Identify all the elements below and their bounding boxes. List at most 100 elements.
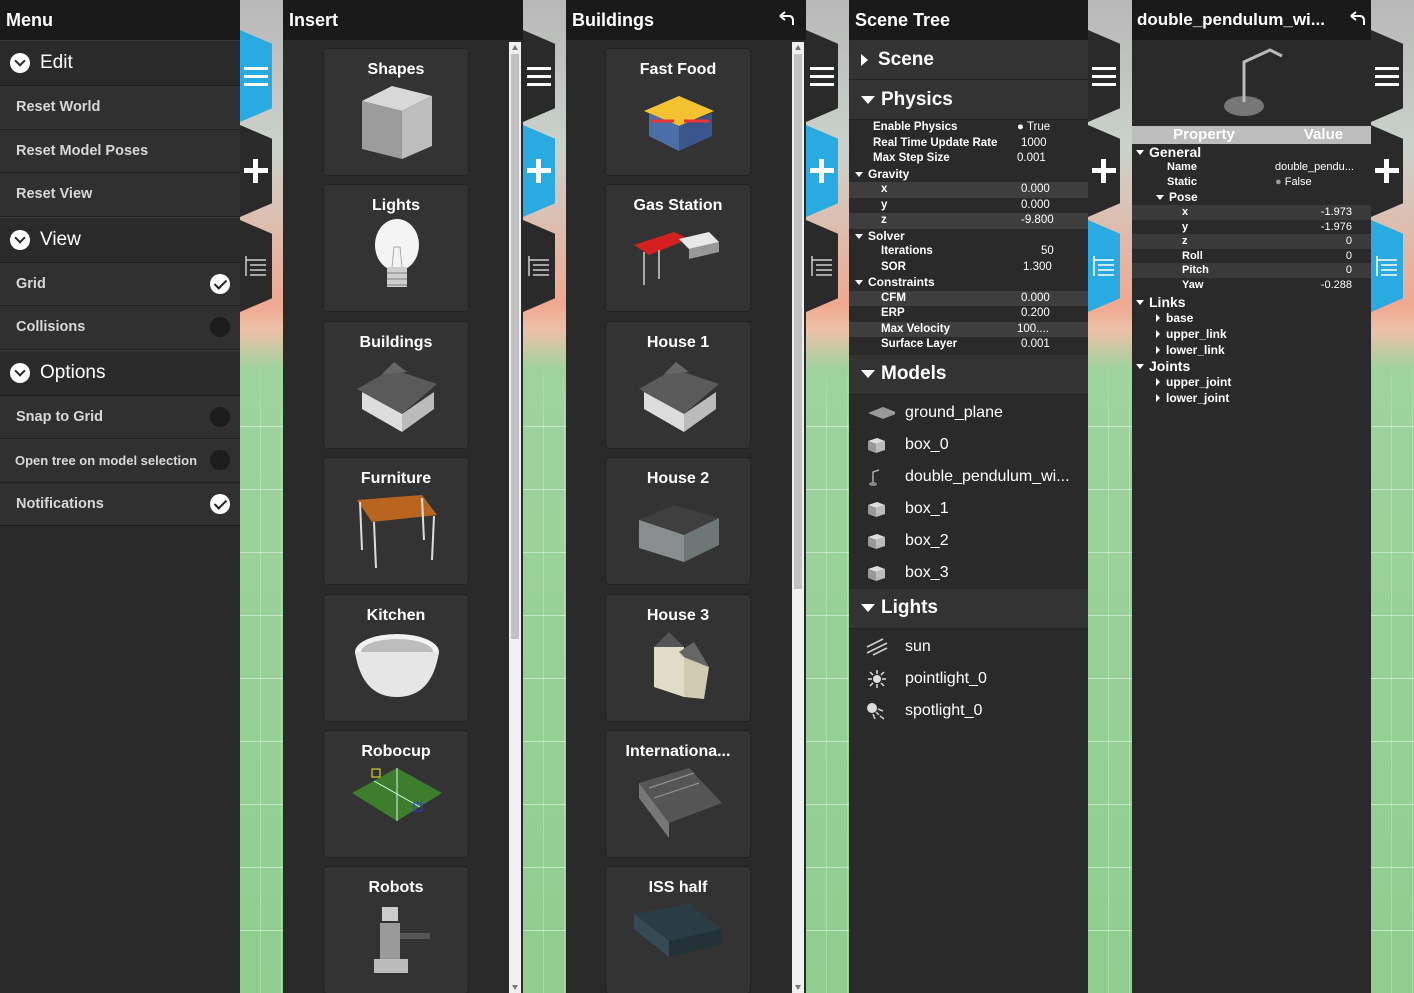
- section-options[interactable]: Options: [0, 349, 240, 396]
- tab-tree[interactable]: [1088, 220, 1120, 312]
- tab-tree[interactable]: [240, 220, 272, 312]
- prop-name[interactable]: Name double_pendu...: [1132, 160, 1371, 175]
- notifications-row[interactable]: Notifications: [0, 482, 240, 526]
- model-item-box-3[interactable]: box_3: [849, 557, 1088, 589]
- model-item-ground-plane[interactable]: ground_plane: [849, 397, 1088, 429]
- collisions-toggle-row[interactable]: Collisions: [0, 306, 240, 350]
- prop-pose-z[interactable]: z0: [1132, 234, 1371, 249]
- light-item-pointlight[interactable]: pointlight_0: [849, 663, 1088, 695]
- tab-insert[interactable]: [1088, 125, 1120, 217]
- tree-models-header[interactable]: Models: [849, 354, 1088, 395]
- model-iss-half[interactable]: ISS half: [605, 866, 751, 993]
- scroll-up-icon[interactable]: [512, 45, 518, 50]
- scroll-down-icon[interactable]: [795, 985, 801, 990]
- category-robocup[interactable]: Robocup: [323, 730, 469, 858]
- prop-pose-pitch[interactable]: Pitch 0: [1132, 263, 1371, 278]
- tab-menu[interactable]: [806, 30, 838, 122]
- model-item-box-0[interactable]: box_0: [849, 429, 1088, 461]
- light-item-spotlight[interactable]: spotlight_0: [849, 695, 1088, 727]
- tree-scene-header[interactable]: Scene: [849, 40, 1088, 80]
- insert-scrollbar[interactable]: [509, 42, 521, 993]
- gravity-header[interactable]: Gravity: [849, 167, 1088, 183]
- prop-pose-y[interactable]: y -1.976: [1132, 220, 1371, 235]
- solver-header[interactable]: Solver: [849, 229, 1088, 245]
- category-robots[interactable]: Robots: [323, 866, 469, 993]
- category-kitchen[interactable]: Kitchen: [323, 594, 469, 722]
- prop-solver-iterations[interactable]: Iterations 50: [849, 244, 1088, 260]
- buildings-scrollbar[interactable]: [792, 42, 804, 993]
- tree-physics-header[interactable]: Physics: [849, 80, 1088, 120]
- model-house-2[interactable]: House 2: [605, 457, 751, 585]
- scroll-down-icon[interactable]: [512, 985, 518, 990]
- check-icon[interactable]: [210, 493, 230, 514]
- joints-header[interactable]: Joints: [1132, 358, 1371, 374]
- toggle-off-icon[interactable]: [210, 450, 230, 471]
- tab-menu[interactable]: [523, 30, 555, 122]
- prop-surface-layer[interactable]: Surface Layer 0.001: [849, 337, 1088, 353]
- category-buildings[interactable]: Buildings: [323, 321, 469, 449]
- model-house-1[interactable]: House 1: [605, 321, 751, 449]
- prop-cfm[interactable]: CFM 0.000: [849, 290, 1088, 306]
- model-item-double-pendulum[interactable]: double_pendulum_wi...: [849, 461, 1088, 493]
- prop-pose-x[interactable]: x -1.973: [1132, 205, 1371, 220]
- tab-tree[interactable]: [1371, 220, 1403, 312]
- check-icon[interactable]: [210, 273, 230, 294]
- link-item-lower-link[interactable]: lower_link: [1132, 342, 1371, 358]
- model-house-3[interactable]: House 3: [605, 594, 751, 722]
- prop-max-velocity[interactable]: Max Velocity 100....: [849, 321, 1088, 337]
- scroll-up-icon[interactable]: [795, 45, 801, 50]
- model-gas-station[interactable]: Gas Station: [605, 184, 751, 312]
- prop-enable-physics[interactable]: Enable Physics ● True: [849, 120, 1088, 136]
- model-international-space-station[interactable]: Internationa...: [605, 730, 751, 858]
- model-fast-food[interactable]: Fast Food: [605, 48, 751, 176]
- section-view[interactable]: View: [0, 216, 240, 263]
- prop-gravity-y[interactable]: y 0.000: [849, 198, 1088, 214]
- tab-menu[interactable]: [240, 30, 272, 122]
- link-item-base[interactable]: base: [1132, 310, 1371, 326]
- tab-insert[interactable]: [523, 125, 555, 217]
- joint-item-lower-joint[interactable]: lower_joint: [1132, 390, 1371, 406]
- tab-insert[interactable]: [806, 125, 838, 217]
- model-item-box-2[interactable]: box_2: [849, 525, 1088, 557]
- link-item-upper-link[interactable]: upper_link: [1132, 326, 1371, 342]
- reset-model-poses-button[interactable]: Reset Model Poses: [0, 129, 240, 173]
- reset-world-button[interactable]: Reset World: [0, 86, 240, 130]
- tab-tree[interactable]: [806, 220, 838, 312]
- category-lights[interactable]: Lights: [323, 184, 469, 312]
- tab-insert[interactable]: [1371, 125, 1403, 217]
- tree-lights-header[interactable]: Lights: [849, 588, 1088, 629]
- prop-solver-sor[interactable]: SOR 1.300: [849, 260, 1088, 276]
- snap-to-grid-row[interactable]: Snap to Grid: [0, 395, 240, 439]
- section-edit[interactable]: Edit: [0, 40, 240, 86]
- back-arrow-icon[interactable]: [776, 9, 796, 29]
- prop-max-step-size[interactable]: Max Step Size 0.001: [849, 151, 1088, 167]
- pose-header[interactable]: Pose: [1132, 189, 1371, 205]
- grid-toggle-row[interactable]: Grid: [0, 262, 240, 306]
- back-arrow-icon[interactable]: [1347, 9, 1367, 29]
- light-item-sun[interactable]: sun: [849, 631, 1088, 663]
- scroll-thumb[interactable]: [794, 54, 802, 589]
- tab-menu[interactable]: [1371, 30, 1403, 122]
- toggle-off-icon[interactable]: [210, 317, 230, 338]
- prop-static[interactable]: Static ● False: [1132, 175, 1371, 190]
- prop-gravity-z[interactable]: z -9.800: [849, 213, 1088, 229]
- constraints-header[interactable]: Constraints: [849, 275, 1088, 291]
- model-item-box-1[interactable]: box_1: [849, 493, 1088, 525]
- category-shapes[interactable]: Shapes: [323, 48, 469, 176]
- tab-menu[interactable]: [1088, 30, 1120, 122]
- joint-item-upper-joint[interactable]: upper_joint: [1132, 374, 1371, 390]
- prop-rt-update-rate[interactable]: Real Time Update Rate 1000: [849, 136, 1088, 152]
- scroll-thumb[interactable]: [511, 54, 519, 639]
- tab-insert[interactable]: [240, 125, 272, 217]
- tab-tree[interactable]: [523, 220, 555, 312]
- prop-gravity-x[interactable]: x 0.000: [849, 182, 1088, 198]
- links-header[interactable]: Links: [1132, 294, 1371, 310]
- general-header[interactable]: General: [1132, 144, 1371, 160]
- prop-pose-roll[interactable]: Roll 0: [1132, 249, 1371, 264]
- category-furniture[interactable]: Furniture: [323, 457, 469, 585]
- toggle-off-icon[interactable]: [210, 406, 230, 427]
- prop-erp[interactable]: ERP 0.200: [849, 306, 1088, 322]
- reset-view-button[interactable]: Reset View: [0, 173, 240, 217]
- prop-pose-yaw[interactable]: Yaw -0.288: [1132, 278, 1371, 293]
- open-tree-row[interactable]: Open tree on model selection: [0, 439, 240, 483]
